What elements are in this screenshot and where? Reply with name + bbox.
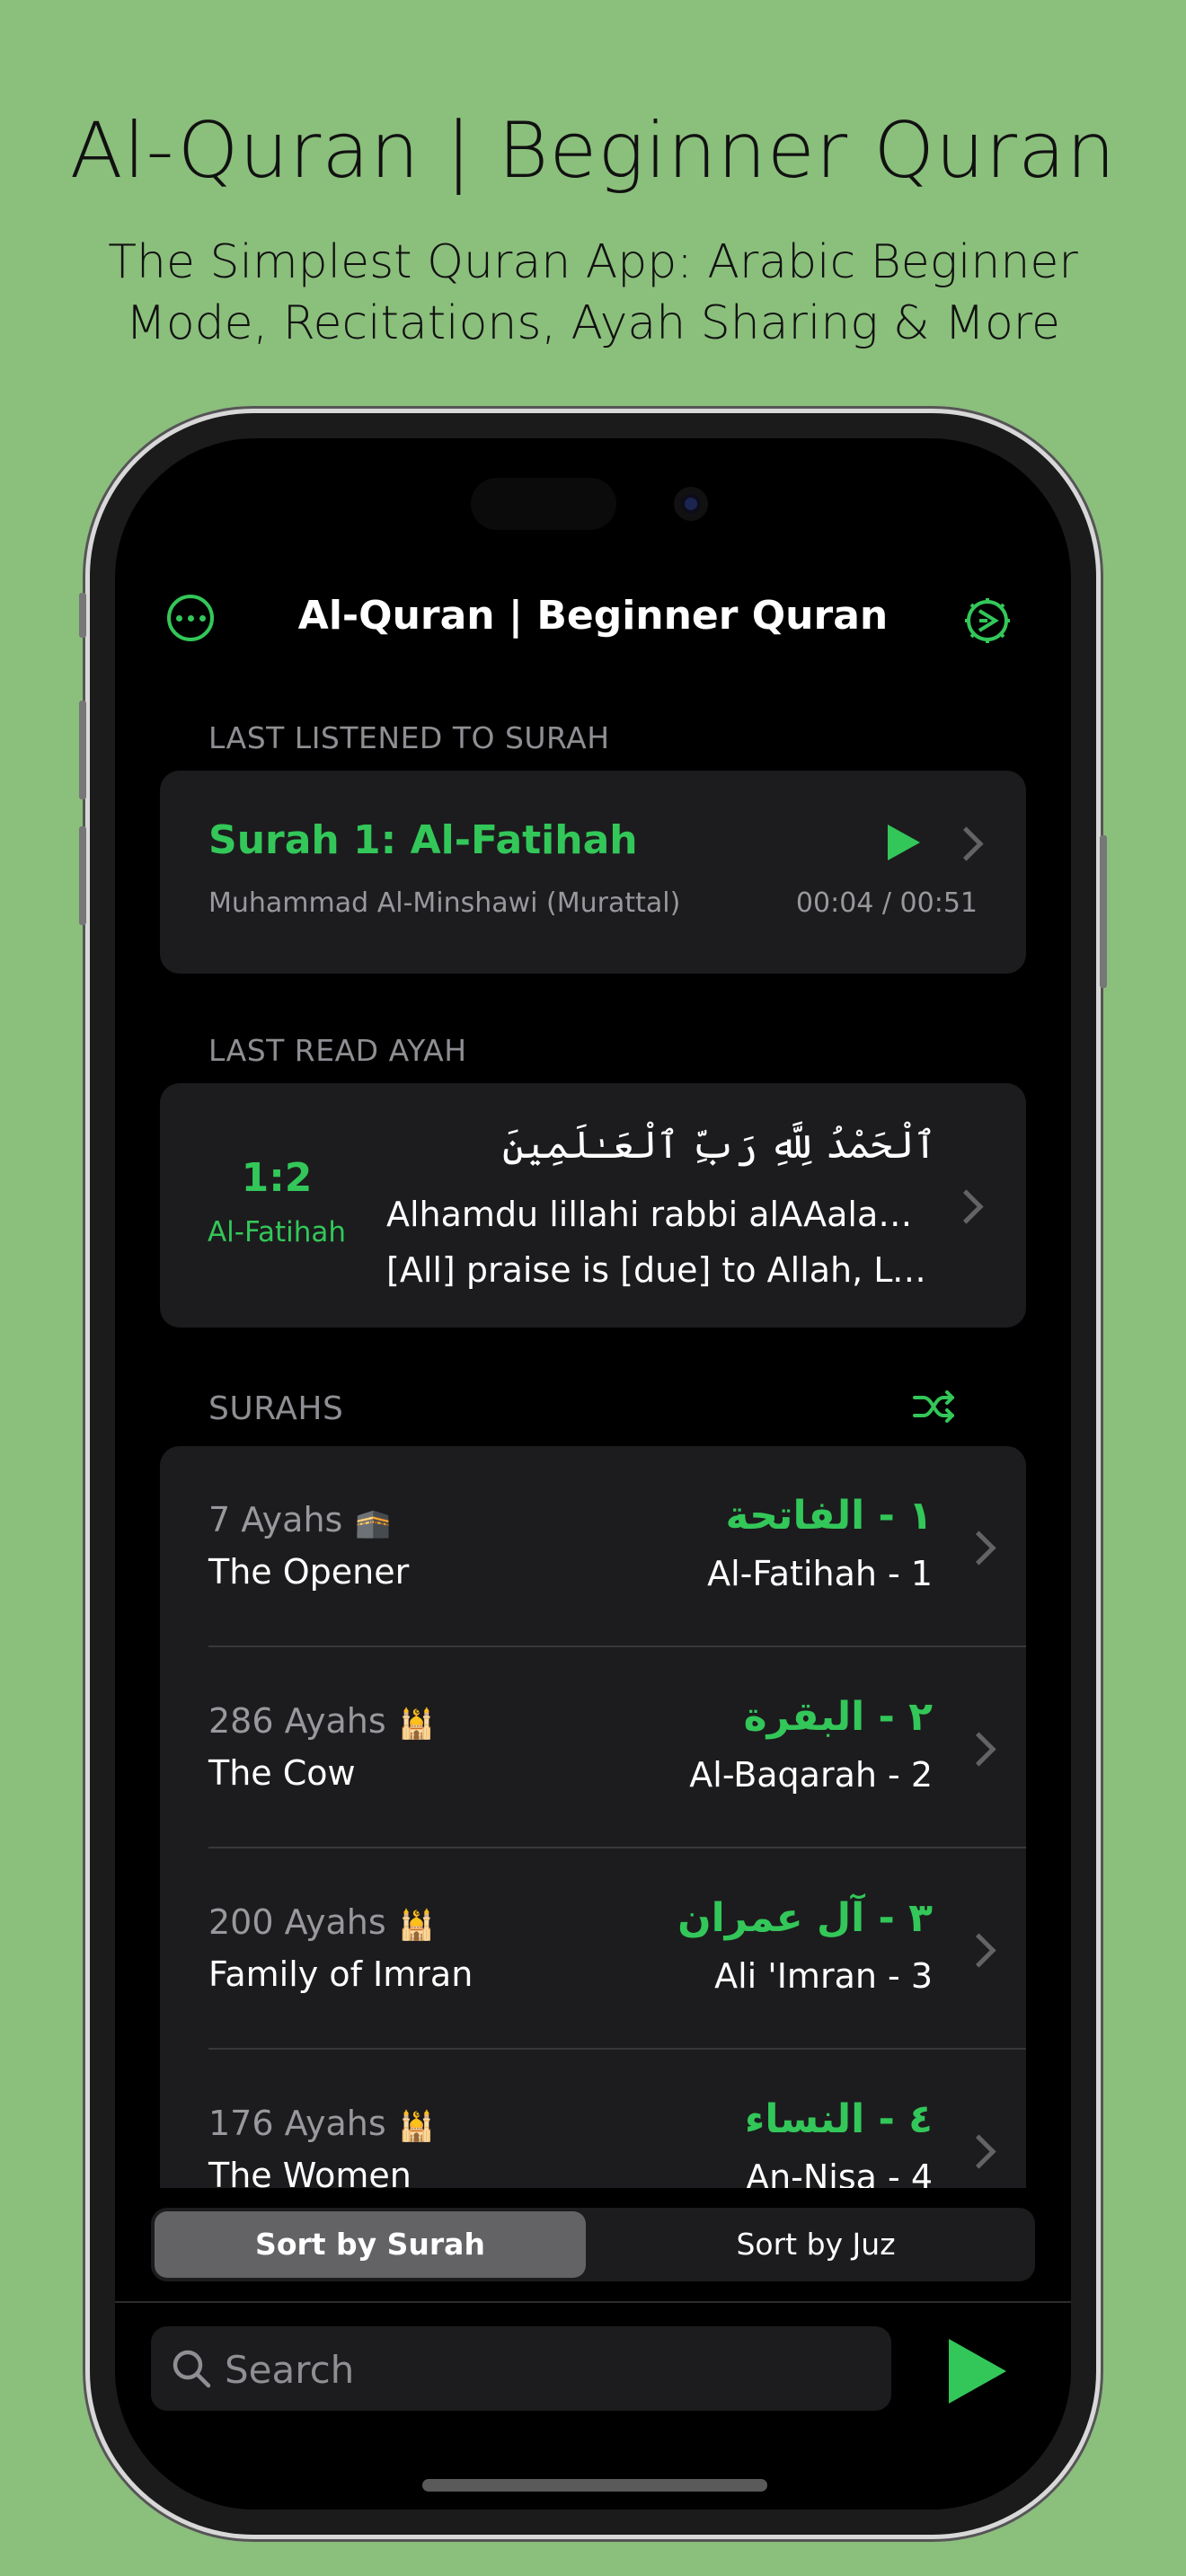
last-read-transliteration: Alhamdu lillahi rabbi alAAalameena bbox=[386, 1195, 933, 1234]
chevron-right-icon bbox=[961, 1531, 996, 1566]
surah-english-name: The Cow bbox=[208, 1753, 356, 1793]
chevron-right-icon bbox=[961, 1732, 996, 1767]
last-read-arabic: ٱلْحَمْدُ لِلَّهِ رَبِّ ٱلْعَـٰلَمِينَ bbox=[501, 1123, 936, 1167]
last-read-header: LAST READ AYAH bbox=[208, 1033, 467, 1068]
surah-english-name: The Opener bbox=[208, 1552, 410, 1592]
surah-transliteration: Al-Fatihah - 1 bbox=[707, 1554, 933, 1593]
promo-title: Al-Quran | Beginner Quran bbox=[69, 106, 1117, 196]
phone-volume-up-button bbox=[79, 701, 86, 799]
phone-volume-down-button bbox=[79, 826, 86, 925]
chevron-right-icon bbox=[949, 826, 984, 861]
surah-english-name: Family of Imran bbox=[208, 1954, 474, 1994]
phone-side-button bbox=[79, 593, 86, 638]
surah-ayah-count: 176 Ayahs 🕌 bbox=[208, 2104, 435, 2143]
play-icon[interactable] bbox=[888, 825, 920, 860]
surah-ayah-count: 286 Ayahs 🕌 bbox=[208, 1701, 435, 1741]
kaaba-icon: 🕋 bbox=[355, 1504, 392, 1539]
sort-by-juz-button[interactable]: Sort by Juz bbox=[600, 2211, 1031, 2278]
settings-gear-icon[interactable] bbox=[960, 593, 1015, 648]
shuffle-icon[interactable] bbox=[913, 1389, 956, 1425]
front-camera-icon bbox=[674, 487, 708, 521]
last-listened-card[interactable]: Surah 1: Al-Fatihah Muhammad Al-Minshawi… bbox=[160, 771, 1026, 974]
mosque-icon: 🕌 bbox=[398, 2108, 435, 2143]
chevron-right-icon bbox=[961, 1933, 996, 1968]
surah-arabic-name: ٣ - آل عمران bbox=[677, 1895, 933, 1941]
surah-arabic-name: ٤ - النساء bbox=[744, 2096, 933, 2142]
surah-arabic-name: ١ - الفاتحة bbox=[725, 1493, 933, 1539]
search-bar[interactable] bbox=[151, 2326, 891, 2413]
surah-row[interactable]: 200 Ayahs 🕌 Family of Imran ٣ - آل عمران … bbox=[160, 1848, 1026, 2050]
surah-list: 7 Ayahs 🕋 The Opener ١ - الفاتحة Al-Fatih… bbox=[160, 1446, 1026, 2290]
mosque-icon: 🕌 bbox=[398, 1706, 435, 1741]
surah-ayah-count: 7 Ayahs 🕋 bbox=[208, 1500, 392, 1539]
dynamic-island bbox=[471, 478, 616, 530]
more-ellipsis-icon[interactable] bbox=[167, 595, 214, 641]
toolbar-divider bbox=[115, 2301, 1071, 2303]
phone-screen: Al-Quran | Beginner Quran LAST LISTENED … bbox=[115, 438, 1071, 2510]
last-listened-header: LAST LISTENED TO SURAH bbox=[208, 720, 610, 755]
mosque-icon: 🕌 bbox=[398, 1907, 435, 1942]
home-indicator[interactable] bbox=[422, 2479, 767, 2492]
chevron-right-icon bbox=[949, 1189, 984, 1224]
surah-transliteration: Al-Baqarah - 2 bbox=[689, 1755, 933, 1795]
surah-transliteration: Ali 'Imran - 3 bbox=[714, 1956, 933, 1996]
play-icon[interactable] bbox=[949, 2339, 1006, 2404]
phone-power-button bbox=[1100, 835, 1107, 988]
surah-arabic-name: ٢ - البقرة bbox=[743, 1694, 933, 1740]
sort-segmented-control: Sort by Surah Sort by Juz bbox=[151, 2208, 1035, 2281]
nav-title: Al-Quran | Beginner Quran bbox=[297, 593, 889, 639]
sort-by-surah-button[interactable]: Sort by Surah bbox=[155, 2211, 586, 2278]
last-listened-title: Surah 1: Al-Fatihah bbox=[208, 817, 638, 863]
search-icon bbox=[173, 2350, 211, 2388]
surah-row[interactable]: 7 Ayahs 🕋 The Opener ١ - الفاتحة Al-Fatih… bbox=[160, 1446, 1026, 1647]
promo-subtitle: The Simplest Quran App: Arabic Beginner … bbox=[108, 235, 1078, 350]
last-listened-reciter: Muhammad Al-Minshawi (Murattal) bbox=[208, 887, 681, 919]
last-read-card[interactable]: 1:2 Al-Fatihah ٱلْحَمْدُ لِلَّهِ رَبِّ ٱ… bbox=[160, 1083, 1026, 1328]
search-input[interactable] bbox=[223, 2326, 873, 2413]
last-read-ayah-number: 1:2 bbox=[241, 1155, 313, 1201]
surah-ayah-count: 200 Ayahs 🕌 bbox=[208, 1902, 435, 1942]
last-read-translation: [All] praise is [due] to Allah, Lord of … bbox=[386, 1250, 933, 1290]
last-listened-time: 00:04 / 00:51 bbox=[795, 887, 978, 919]
chevron-right-icon bbox=[961, 2134, 996, 2169]
surah-row[interactable]: 286 Ayahs 🕌 The Cow ٢ - البقرة Al-Baqarah… bbox=[160, 1647, 1026, 1848]
surahs-header: SURAHS bbox=[208, 1390, 344, 1427]
last-read-surah-name: Al-Fatihah bbox=[207, 1216, 347, 1248]
